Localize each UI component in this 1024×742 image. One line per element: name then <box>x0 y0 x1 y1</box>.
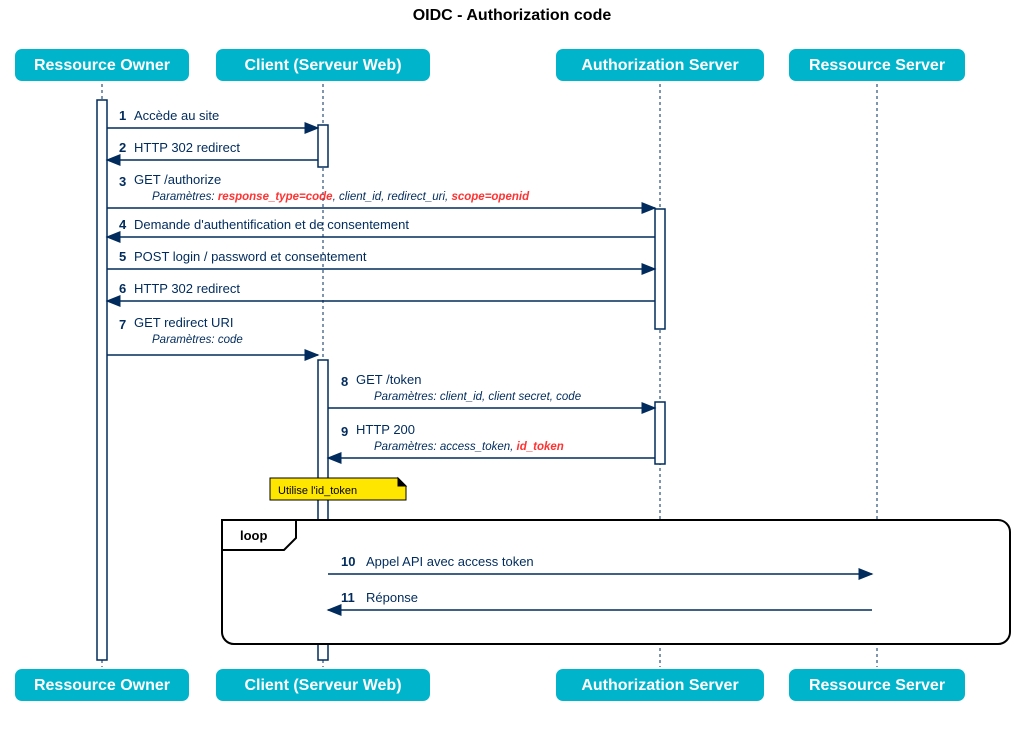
msg-4: 4 Demande d'authentification et de conse… <box>107 217 655 237</box>
svg-text:11: 11 <box>341 590 355 605</box>
svg-text:HTTP 200: HTTP 200 <box>356 422 415 437</box>
msg-8: 8 GET /token Paramètres: client_id, clie… <box>328 372 655 408</box>
participant-ressource-owner-bottom: Ressource Owner <box>14 668 190 702</box>
svg-text:Client (Serveur Web): Client (Serveur Web) <box>244 57 401 74</box>
svg-text:Authorization Server: Authorization Server <box>581 677 738 694</box>
participant-auth-server-top: Authorization Server <box>555 48 765 82</box>
svg-text:HTTP 302 redirect: HTTP 302 redirect <box>134 281 240 296</box>
svg-text:4: 4 <box>119 217 127 232</box>
svg-text:3: 3 <box>119 174 126 189</box>
svg-text:GET /token: GET /token <box>356 372 422 387</box>
msg-2: 2 HTTP 302 redirect <box>107 140 318 160</box>
msg-3: 3 GET /authorize Paramètres: response_ty… <box>107 172 655 208</box>
participant-ressource-owner-top: Ressource Owner <box>14 48 190 82</box>
svg-text:Ressource Server: Ressource Server <box>809 677 945 694</box>
svg-text:GET redirect URI: GET redirect URI <box>134 315 233 330</box>
msg-5: 5 POST login / password et consentement <box>107 249 655 269</box>
participant-ressource-server-bottom: Ressource Server <box>788 668 966 702</box>
svg-text:GET /authorize: GET /authorize <box>134 172 221 187</box>
participant-ressource-server-top: Ressource Server <box>788 48 966 82</box>
loop-fragment: loop <box>222 520 1010 644</box>
activation-auth-server-1 <box>655 209 665 329</box>
svg-text:8: 8 <box>341 374 348 389</box>
svg-text:7: 7 <box>119 317 126 332</box>
svg-text:POST login / password et conse: POST login / password et consentement <box>134 249 367 264</box>
svg-text:Ressource Owner: Ressource Owner <box>34 677 170 694</box>
svg-text:9: 9 <box>341 424 348 439</box>
diagram-title: OIDC - Authorization code <box>413 7 612 24</box>
note-id-token: Utilise l'id_token <box>270 478 406 500</box>
svg-text:Paramètres: access_token, id_t: Paramètres: access_token, id_token <box>374 441 564 453</box>
svg-text:2: 2 <box>119 140 126 155</box>
svg-text:Ressource Server: Ressource Server <box>809 57 945 74</box>
participant-auth-server-bottom: Authorization Server <box>555 668 765 702</box>
svg-text:Paramètres: response_type=code: Paramètres: response_type=code, client_i… <box>152 191 530 203</box>
svg-text:Authorization Server: Authorization Server <box>581 57 738 74</box>
msg-1: 1 Accède au site <box>107 108 318 128</box>
svg-text:5: 5 <box>119 249 126 264</box>
svg-text:Réponse: Réponse <box>366 590 418 605</box>
svg-text:Appel API avec access token: Appel API avec access token <box>366 554 534 569</box>
activation-auth-server-2 <box>655 402 665 464</box>
svg-text:6: 6 <box>119 281 126 296</box>
svg-text:Paramètres: code: Paramètres: code <box>152 334 243 346</box>
participant-client-bottom: Client (Serveur Web) <box>215 668 431 702</box>
participant-client-top: Client (Serveur Web) <box>215 48 431 82</box>
svg-text:10: 10 <box>341 554 355 569</box>
msg-6: 6 HTTP 302 redirect <box>107 281 655 301</box>
svg-text:Paramètres: client_id, client: Paramètres: client_id, client secret, co… <box>374 391 581 403</box>
svg-text:1: 1 <box>119 108 126 123</box>
svg-text:Demande d'authentification et: Demande d'authentification et de consent… <box>134 217 409 232</box>
msg-9: 9 HTTP 200 Paramètres: access_token, id_… <box>328 422 655 458</box>
sequence-diagram: OIDC - Authorization code Ressource Owne… <box>0 0 1024 742</box>
activation-client-1 <box>318 125 328 167</box>
svg-text:Client (Serveur Web): Client (Serveur Web) <box>244 677 401 694</box>
svg-text:Ressource Owner: Ressource Owner <box>34 57 170 74</box>
svg-text:Utilise l'id_token: Utilise l'id_token <box>278 485 357 497</box>
activation-ressource-owner <box>97 100 107 660</box>
msg-7: 7 GET redirect URI Paramètres: code <box>107 315 318 355</box>
svg-text:Accède au site: Accède au site <box>134 108 219 123</box>
svg-text:loop: loop <box>240 528 267 543</box>
svg-text:HTTP 302 redirect: HTTP 302 redirect <box>134 140 240 155</box>
